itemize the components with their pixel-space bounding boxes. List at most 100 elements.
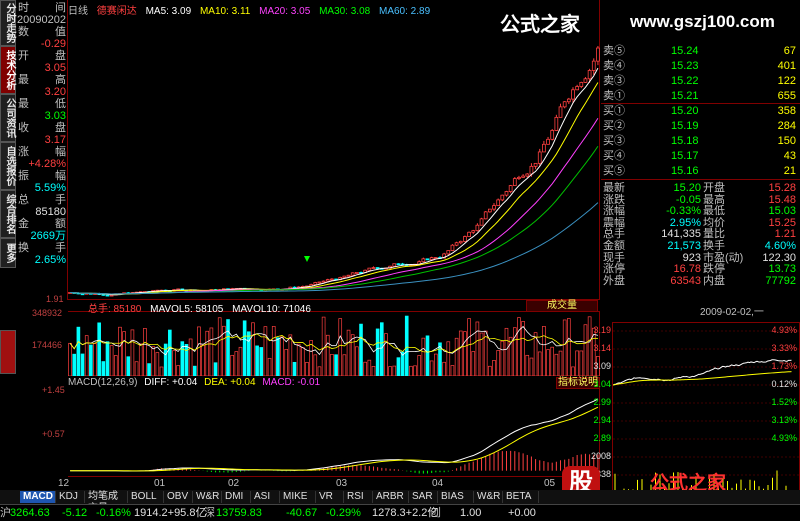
- indicator-tab[interactable]: OBV: [164, 491, 193, 503]
- tab-intraday[interactable]: 分时走势: [0, 0, 16, 46]
- info-value: 3.20: [44, 86, 66, 98]
- volume-bar: [143, 328, 147, 376]
- volume-bar: [571, 366, 575, 376]
- indicator-tab[interactable]: MACD: [20, 491, 56, 503]
- volume-y-top: 348932: [32, 308, 63, 318]
- bid-price: 15.18: [671, 135, 699, 147]
- volume-header: 总手: 85180 MAVOL5: 58105 MAVOL10: 71046 成…: [68, 300, 600, 315]
- x-label: 02: [228, 478, 240, 489]
- info-row: 3.17: [18, 134, 66, 146]
- indicator-tab[interactable]: BETA: [503, 491, 539, 503]
- volume-bar: [425, 335, 430, 376]
- bid-label: 买④: [603, 150, 625, 162]
- indicator-tab[interactable]: ASI: [251, 491, 280, 503]
- info-value: 3.17: [44, 134, 66, 146]
- bid-row[interactable]: 买① 15.20 358: [601, 104, 800, 119]
- bid-volume: 284: [777, 120, 796, 132]
- volume-bar: [313, 354, 318, 376]
- candlestick-chart[interactable]: 1.91: [46, 0, 600, 304]
- indicator-tab[interactable]: RSI: [344, 491, 373, 503]
- mini-chart-time: 2009-02-02,一: [700, 307, 764, 318]
- volume-bar: [288, 334, 293, 376]
- tab-side-badge[interactable]: [0, 330, 16, 374]
- candle-body: [566, 98, 571, 103]
- info-row: 数值: [18, 26, 66, 38]
- indicator-tab[interactable]: SAR: [409, 491, 438, 503]
- candle-body: [483, 211, 488, 220]
- volume-bar: [396, 357, 401, 376]
- info-row: 时间: [18, 2, 66, 14]
- volume-bar: [201, 344, 205, 376]
- info-value: 幅: [55, 170, 66, 182]
- indicator-tab[interactable]: 均笔成交量: [85, 491, 128, 514]
- volume-bar: [122, 331, 126, 376]
- volume-bar: [118, 326, 122, 376]
- volume-bar: [89, 344, 93, 376]
- macd-chart[interactable]: +1.45 +0.57: [42, 385, 600, 477]
- volume-bar: [562, 319, 567, 376]
- info-label: 总: [18, 194, 29, 206]
- stock-name: 德赛闲达: [96, 6, 137, 17]
- candle-body: [425, 258, 430, 261]
- mini-pct-label: 3.33%: [771, 343, 797, 353]
- bid-row[interactable]: 买④ 15.17 43: [601, 149, 800, 164]
- volume-bar: [525, 354, 530, 376]
- volume-bar: [230, 354, 234, 376]
- bid-row[interactable]: 买② 15.19 284: [601, 119, 800, 134]
- volume-bar: [413, 365, 417, 376]
- ask-row[interactable]: 卖③ 15.22 122: [601, 74, 800, 89]
- status-item: 深: [204, 507, 215, 519]
- volume-bar: [359, 323, 363, 376]
- volume-bar: [255, 345, 259, 376]
- ma-line: [70, 118, 599, 295]
- info-value: 3.05: [44, 62, 66, 74]
- tab-technical-analysis[interactable]: 技术分析: [0, 46, 16, 94]
- ask-row[interactable]: 卖⑤ 15.24 67: [601, 44, 800, 59]
- volume-bar: [488, 365, 492, 376]
- indicator-tab[interactable]: MIKE: [280, 491, 316, 503]
- candle-body: [355, 272, 359, 274]
- ask-row[interactable]: 卖④ 15.23 401: [601, 59, 800, 74]
- volume-bar: [93, 343, 97, 376]
- volume-bar: [246, 331, 251, 376]
- info-row: 20090202: [17, 14, 66, 26]
- volume-bar: [305, 362, 309, 376]
- main-chart-header: 日线 德赛闲达 MA5: 3.09 MA10: 3.11 MA20: 3.05 …: [68, 2, 436, 17]
- volume-bar: [159, 366, 164, 376]
- volume-bar: [325, 334, 330, 376]
- ask-volume: 122: [777, 75, 796, 87]
- volume-bar: [350, 334, 355, 376]
- indicator-tab[interactable]: KDJ: [56, 491, 85, 503]
- candle-body: [458, 240, 463, 244]
- volume-svg: [68, 315, 600, 376]
- volume-chart[interactable]: 348932 174466: [32, 308, 600, 376]
- x-axis: 12 01 02 03 04 05: [58, 478, 600, 490]
- macd-svg: [70, 398, 599, 474]
- macd-value: MACD: -0.01: [262, 377, 321, 388]
- indicator-tab[interactable]: ARBR: [373, 491, 409, 503]
- ma-line: [70, 82, 599, 295]
- tab-watchlist[interactable]: 自选报价: [0, 142, 16, 190]
- bid-row[interactable]: 买⑤ 15.16 21: [601, 164, 800, 179]
- mini-pct-label: 1.73%: [771, 361, 797, 371]
- indicator-tab[interactable]: W&R: [193, 491, 222, 503]
- bid-row[interactable]: 买③ 15.18 150: [601, 134, 800, 149]
- volume-bar: [234, 351, 239, 376]
- candle-body: [109, 294, 114, 297]
- indicator-tab[interactable]: VR: [316, 491, 344, 503]
- ask-row[interactable]: 卖① 15.21 655: [601, 89, 800, 104]
- volume-bar: [342, 354, 347, 376]
- indicator-tab[interactable]: W&R: [474, 491, 503, 503]
- volume-bar: [504, 327, 509, 376]
- candle-body: [321, 280, 326, 283]
- volume-indicator-button[interactable]: 成交量: [526, 300, 598, 312]
- candle-body: [342, 275, 347, 278]
- tab-ranking[interactable]: 综合排名: [0, 190, 16, 238]
- indicator-tab[interactable]: BIAS: [438, 491, 474, 503]
- tab-more[interactable]: 更多: [0, 238, 16, 268]
- indicator-tab[interactable]: BOLL: [128, 491, 164, 503]
- indicator-tab[interactable]: DMI: [222, 491, 251, 503]
- tab-company-info[interactable]: 公司资讯: [0, 94, 16, 142]
- volume-bar: [409, 365, 413, 376]
- stat-label: 内盘: [703, 274, 725, 287]
